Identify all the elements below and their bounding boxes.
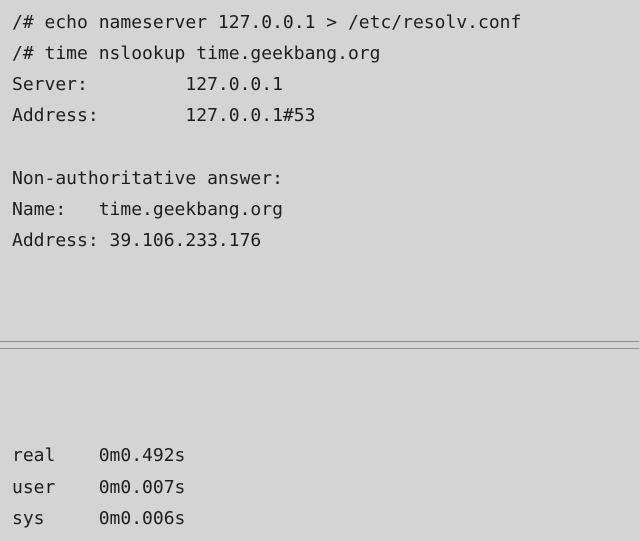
answer-address-line: Address: 39.106.233.176 (12, 230, 262, 251)
terminal-output-top: /# echo nameserver 127.0.0.1 > /etc/reso… (0, 0, 639, 341)
timing-sys-line: sys 0m0.006s (12, 508, 186, 529)
command-line-nslookup: /# time nslookup time.geekbang.org (12, 43, 381, 64)
timing-real-line: real 0m0.492s (12, 445, 186, 466)
name-line: Name: time.geekbang.org (12, 199, 283, 220)
terminal-output-bottom: real 0m0.492s user 0m0.007s sys 0m0.006s (0, 349, 639, 541)
server-line: Server: 127.0.0.1 (12, 74, 283, 95)
timing-user-line: user 0m0.007s (12, 477, 186, 498)
command-line-echo: /# echo nameserver 127.0.0.1 > /etc/reso… (12, 12, 522, 33)
non-authoritative-line: Non-authoritative answer: (12, 168, 283, 189)
server-address-line: Address: 127.0.0.1#53 (12, 105, 316, 126)
panel-divider (0, 341, 639, 349)
